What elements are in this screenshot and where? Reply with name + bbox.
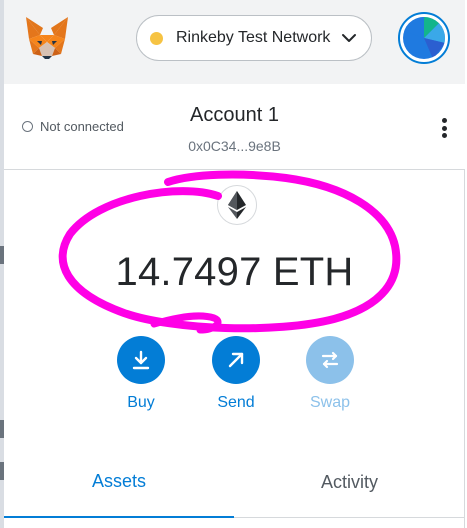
metamask-fox-icon[interactable] [22, 14, 72, 62]
swap-arrows-icon [306, 336, 354, 384]
menu-dot [441, 133, 447, 138]
balance-amount: 14.7497 [115, 250, 262, 294]
account-name[interactable]: Account 1 [4, 104, 465, 127]
app-header: Rinkeby Test Network [4, 0, 465, 84]
network-label: Rinkeby Test Network [176, 29, 331, 46]
chevron-down-icon [341, 30, 357, 46]
buy-button[interactable]: Buy [111, 336, 171, 412]
send-label: Send [217, 394, 255, 411]
tab-activity[interactable]: Activity [234, 446, 465, 518]
account-address[interactable]: 0x0C34...9e8B [4, 138, 465, 154]
account-avatar[interactable] [398, 12, 450, 64]
network-selector[interactable]: Rinkeby Test Network [136, 15, 372, 61]
tab-assets[interactable]: Assets [4, 446, 234, 518]
account-identicon [403, 17, 445, 59]
ethereum-icon [217, 185, 257, 225]
menu-dot [441, 125, 447, 131]
balance-unit: ETH [272, 250, 354, 294]
arrow-up-right-icon [212, 336, 260, 384]
kebab-menu-icon[interactable] [437, 116, 451, 140]
download-icon [117, 336, 165, 384]
send-button[interactable]: Send [206, 336, 266, 412]
swap-button[interactable]: Swap [300, 336, 360, 412]
wallet-popup: Rinkeby Test Network Not connected Accou… [4, 0, 465, 528]
buy-label: Buy [127, 394, 155, 411]
network-status-dot [150, 31, 163, 45]
menu-dot [441, 118, 447, 123]
tab-bar: Assets Activity [4, 446, 465, 518]
swap-label: Swap [309, 394, 351, 411]
balance-display: 14.7497 ETH [4, 250, 465, 295]
account-bar: Not connected Account 1 0x0C34...9e8B [4, 84, 465, 170]
